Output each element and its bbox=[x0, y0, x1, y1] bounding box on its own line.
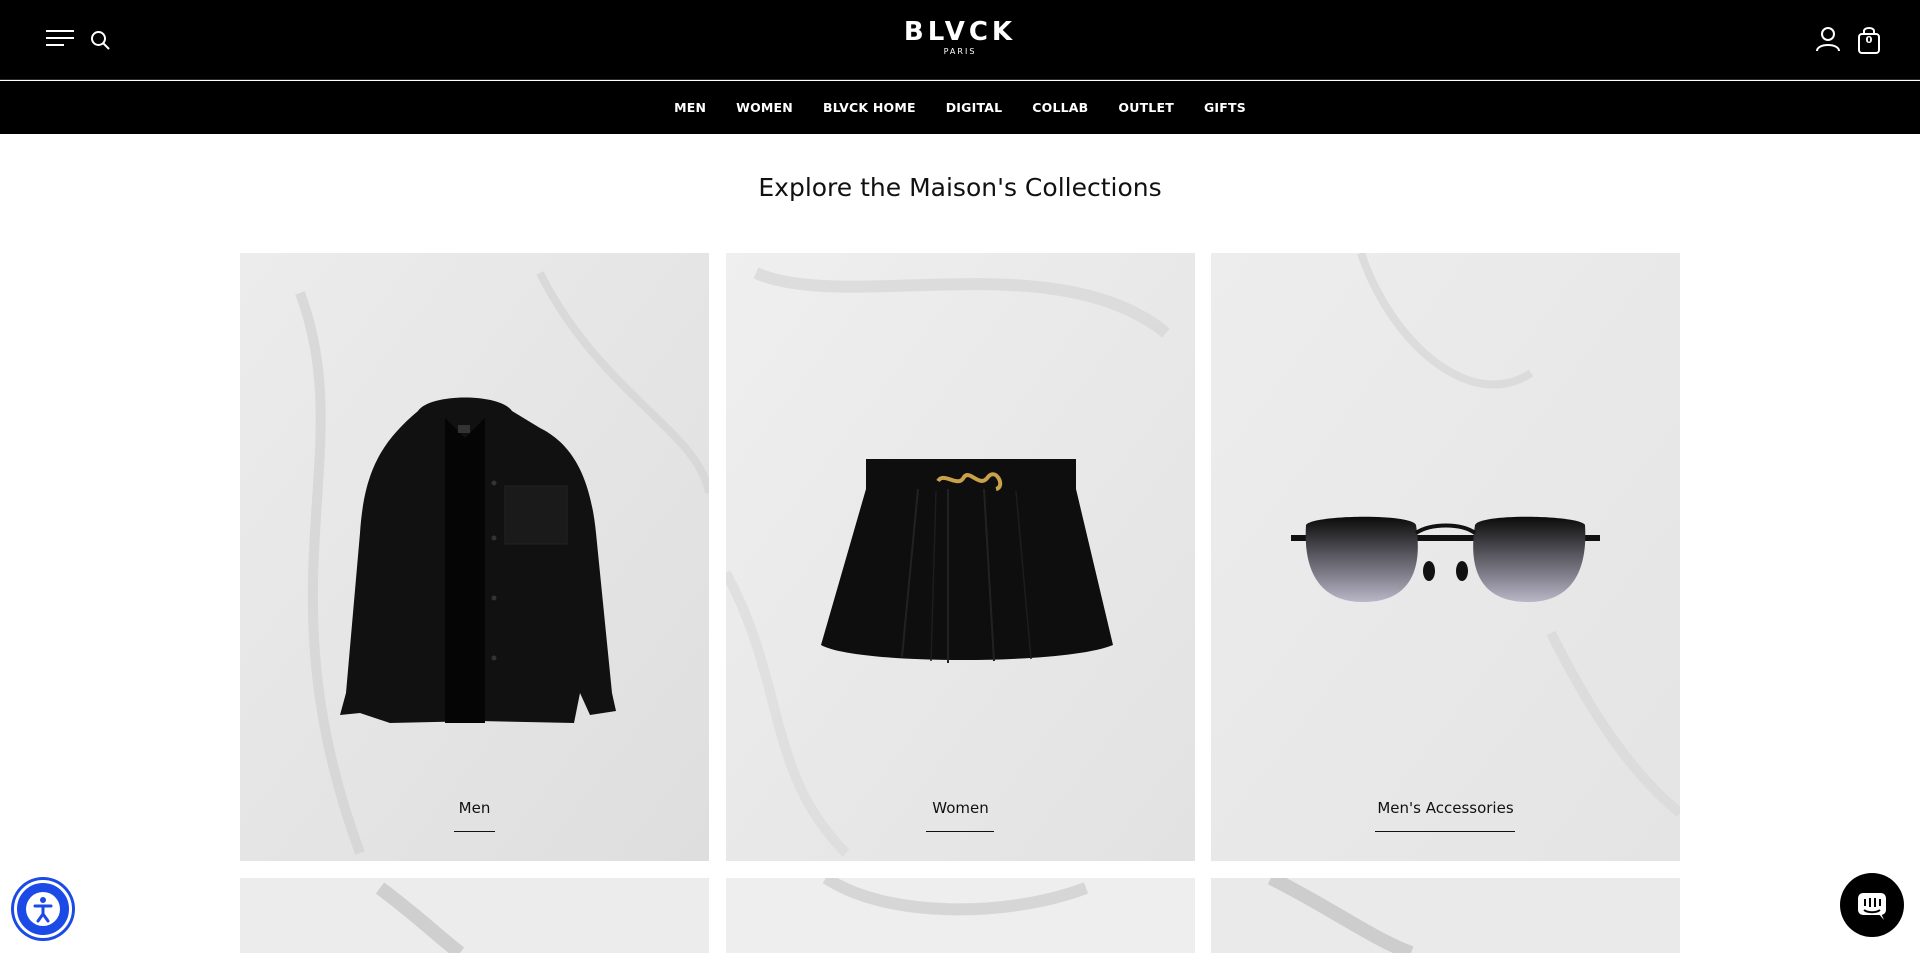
site-logo[interactable]: BLVCK PARIS bbox=[0, 18, 1920, 56]
collection-label-men: Men bbox=[458, 799, 491, 817]
collection-card-mens-accessories[interactable]: Men's Accessories bbox=[1211, 253, 1680, 861]
collection-card-row2-1[interactable] bbox=[240, 878, 709, 953]
accessibility-icon bbox=[26, 892, 60, 926]
cart-count-badge: 0 bbox=[1865, 35, 1873, 46]
logo-wordmark: BLVCK bbox=[903, 17, 1017, 47]
nav-item-digital[interactable]: DIGITAL bbox=[931, 100, 1018, 115]
chat-button[interactable] bbox=[1840, 873, 1904, 937]
nav-item-blvck-home[interactable]: BLVCK HOME bbox=[808, 100, 931, 115]
nav-item-collab[interactable]: COLLAB bbox=[1017, 100, 1103, 115]
nav-item-women[interactable]: WOMEN bbox=[721, 100, 808, 115]
nav-item-outlet[interactable]: OUTLET bbox=[1103, 100, 1189, 115]
nav-item-gifts[interactable]: GIFTS bbox=[1189, 100, 1261, 115]
main-navigation: MEN WOMEN BLVCK HOME DIGITAL COLLAB OUTL… bbox=[0, 81, 1920, 134]
collection-image-partial bbox=[726, 878, 1195, 953]
logo-subtitle: PARIS bbox=[943, 47, 977, 56]
collection-label-mens-accessories: Men's Accessories bbox=[1377, 799, 1514, 817]
collection-image-partial bbox=[240, 878, 709, 953]
collection-underline bbox=[1375, 831, 1515, 832]
nav-item-men[interactable]: MEN bbox=[659, 100, 721, 115]
collection-card-men[interactable]: Men bbox=[240, 253, 709, 861]
accessibility-button[interactable] bbox=[14, 880, 72, 938]
collection-card-women[interactable]: Women bbox=[726, 253, 1195, 861]
chat-icon bbox=[1858, 893, 1886, 920]
cart-button[interactable]: 0 bbox=[1855, 25, 1883, 55]
collection-image-mens-accessories bbox=[1211, 253, 1680, 861]
collection-label-women: Women bbox=[932, 799, 989, 817]
collection-image-women bbox=[726, 253, 1195, 861]
collection-image-partial bbox=[1211, 878, 1680, 953]
collection-underline bbox=[926, 831, 994, 832]
collection-card-row2-3[interactable] bbox=[1211, 878, 1680, 953]
site-header: BLVCK PARIS 0 bbox=[0, 0, 1920, 80]
page-title: Explore the Maison's Collections bbox=[758, 173, 1162, 202]
collection-card-row2-2[interactable] bbox=[726, 878, 1195, 953]
account-button[interactable] bbox=[1815, 26, 1843, 54]
collection-underline bbox=[454, 831, 495, 832]
user-icon bbox=[1816, 27, 1840, 52]
collection-image-men bbox=[240, 253, 709, 861]
